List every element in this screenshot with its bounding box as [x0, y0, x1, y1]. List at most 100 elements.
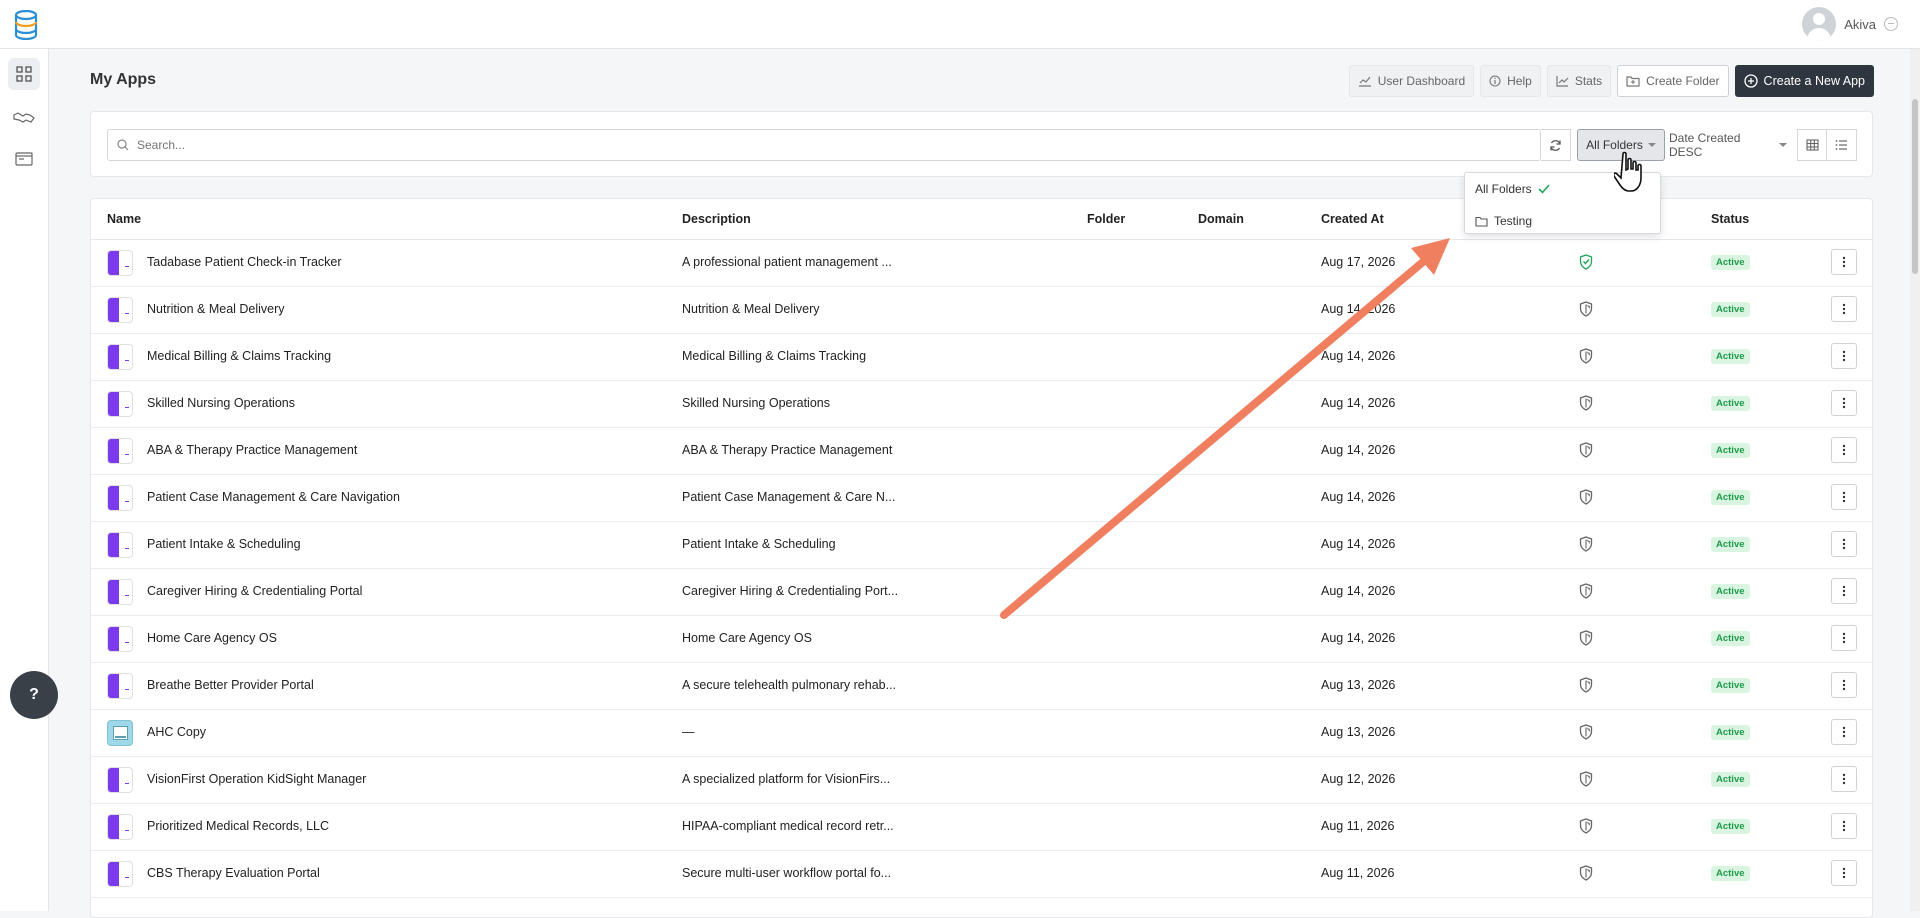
column-header-status[interactable]: Status [1711, 212, 1749, 226]
row-actions-button[interactable] [1831, 578, 1857, 604]
table-row[interactable]: Patient Case Management & Care Navigatio… [91, 474, 1872, 522]
app-name[interactable]: ABA & Therapy Practice Management [147, 443, 357, 457]
status-badge: Active [1711, 678, 1750, 693]
table-row[interactable]: Caregiver Hiring & Credentialing Portal C… [91, 568, 1872, 616]
table-row[interactable]: ABA & Therapy Practice Management ABA & T… [91, 427, 1872, 475]
table-row[interactable]: Tadabase Patient Check-in Tracker A profe… [91, 239, 1872, 287]
table-row[interactable]: Patient Intake & Scheduling Patient Intak… [91, 521, 1872, 569]
app-name[interactable]: Breathe Better Provider Portal [147, 678, 314, 692]
folder-option-all[interactable]: All Folders [1475, 182, 1550, 196]
sort-dropdown[interactable]: Date Created DESC [1669, 129, 1787, 161]
search-input[interactable] [135, 137, 1519, 153]
create-new-app-label: Create a New App [1763, 74, 1865, 88]
app-name[interactable]: Home Care Agency OS [147, 631, 277, 645]
user-dashboard-button[interactable]: User Dashboard [1348, 65, 1475, 97]
status-badge: Active [1711, 349, 1750, 364]
more-vertical-icon [1842, 491, 1846, 503]
user-menu-toggle-icon[interactable] [1884, 17, 1898, 31]
column-header-created-at[interactable]: Created At [1321, 212, 1384, 226]
folder-option-label: All Folders [1475, 182, 1532, 196]
row-actions-button[interactable] [1831, 296, 1857, 322]
app-name[interactable]: Patient Case Management & Care Navigatio… [147, 490, 400, 504]
column-header-name[interactable]: Name [107, 212, 141, 226]
table-row[interactable]: Nutrition & Meal Delivery Nutrition & Mea… [91, 286, 1872, 334]
plus-circle-icon [1743, 74, 1758, 88]
help-button[interactable]: Help [1480, 65, 1541, 97]
row-actions-button[interactable] [1831, 484, 1857, 510]
app-created-at: Aug 11, 2026 [1321, 866, 1395, 880]
app-created-at: Aug 14, 2026 [1321, 537, 1396, 551]
user-menu[interactable]: Akiva [1802, 7, 1898, 41]
app-icon [107, 438, 133, 464]
help-label: Help [1507, 74, 1532, 88]
row-actions-button[interactable] [1831, 813, 1857, 839]
table-row[interactable]: CBS Therapy Evaluation Portal Secure mult… [91, 850, 1872, 898]
stats-button[interactable]: Stats [1546, 65, 1612, 97]
scrollbar[interactable] [1910, 49, 1920, 911]
app-created-at: Aug 11, 2026 [1321, 819, 1395, 833]
apps-grid-nav-button[interactable] [8, 58, 40, 90]
grid-view-button[interactable] [1797, 129, 1827, 161]
app-description: A secure telehealth pulmonary rehab... [682, 678, 897, 692]
table-row[interactable]: Prioritized Medical Records, LLC HIPAA-co… [91, 803, 1872, 851]
app-name[interactable]: Tadabase Patient Check-in Tracker [147, 255, 342, 269]
row-actions-button[interactable] [1831, 531, 1857, 557]
app-name[interactable]: Patient Intake & Scheduling [147, 537, 301, 551]
column-header-description[interactable]: Description [682, 212, 751, 226]
row-actions-button[interactable] [1831, 343, 1857, 369]
table-row[interactable]: Medical Billing & Claims Tracking Medical… [91, 333, 1872, 381]
row-actions-button[interactable] [1831, 249, 1857, 275]
app-name[interactable]: Medical Billing & Claims Tracking [147, 349, 331, 363]
shield-icon [1579, 301, 1593, 317]
row-actions-button[interactable] [1831, 766, 1857, 792]
table-row[interactable]: Home Care Agency OS Home Care Agency OS Au… [91, 615, 1872, 663]
refresh-button[interactable] [1541, 129, 1571, 161]
app-name[interactable]: Nutrition & Meal Delivery [147, 302, 285, 316]
app-description: A professional patient management ... [682, 255, 892, 269]
column-header-folder[interactable]: Folder [1087, 212, 1125, 226]
app-name[interactable]: VisionFirst Operation KidSight Manager [147, 772, 366, 786]
app-description: A specialized platform for VisionFirs... [682, 772, 891, 786]
app-description: Medical Billing & Claims Tracking [682, 349, 867, 363]
create-folder-button[interactable]: Create Folder [1617, 65, 1729, 97]
partners-nav-button[interactable] [8, 102, 40, 134]
check-icon [1538, 184, 1550, 194]
app-name[interactable]: AHC Copy [147, 725, 206, 739]
table-row[interactable]: Breathe Better Provider Portal A secure t… [91, 662, 1872, 710]
app-name[interactable]: Caregiver Hiring & Credentialing Portal [147, 584, 362, 598]
app-icon [107, 579, 133, 605]
row-actions-button[interactable] [1831, 672, 1857, 698]
app-name[interactable]: Prioritized Medical Records, LLC [147, 819, 329, 833]
table-row[interactable]: VisionFirst Operation KidSight Manager A … [91, 756, 1872, 804]
more-vertical-icon [1842, 303, 1846, 315]
scrollbar-thumb[interactable] [1912, 99, 1918, 274]
app-name[interactable]: Skilled Nursing Operations [147, 396, 295, 410]
more-vertical-icon [1842, 820, 1846, 832]
folder-option-label: Testing [1494, 214, 1533, 228]
row-actions-button[interactable] [1831, 390, 1857, 416]
folder-option-testing[interactable]: Testing [1475, 214, 1532, 228]
app-created-at: Aug 13, 2026 [1321, 725, 1396, 739]
create-new-app-button[interactable]: Create a New App [1734, 65, 1874, 97]
table-row[interactable]: AHC Copy — Aug 13, 2026 Active [91, 709, 1872, 757]
more-vertical-icon [1842, 397, 1846, 409]
page-title: My Apps [90, 71, 157, 88]
app-name[interactable]: CBS Therapy Evaluation Portal [147, 866, 320, 880]
more-vertical-icon [1842, 444, 1846, 456]
more-vertical-icon [1842, 679, 1846, 691]
folder-icon [1475, 216, 1488, 227]
help-fab-button[interactable]: ? [10, 671, 58, 719]
row-actions-button[interactable] [1831, 625, 1857, 651]
table-row[interactable]: Skilled Nursing Operations Skilled Nursin… [91, 380, 1872, 428]
list-view-button[interactable] [1827, 129, 1857, 161]
row-actions-button[interactable] [1831, 860, 1857, 886]
shield-check-icon [1579, 254, 1593, 270]
app-created-at: Aug 14, 2026 [1321, 631, 1396, 645]
row-actions-button[interactable] [1831, 719, 1857, 745]
column-header-domain[interactable]: Domain [1198, 212, 1244, 226]
shield-icon [1579, 395, 1593, 411]
row-actions-button[interactable] [1831, 437, 1857, 463]
database-logo-icon[interactable] [12, 10, 40, 40]
user-name: Akiva [1844, 16, 1876, 32]
templates-nav-button[interactable] [8, 143, 40, 175]
